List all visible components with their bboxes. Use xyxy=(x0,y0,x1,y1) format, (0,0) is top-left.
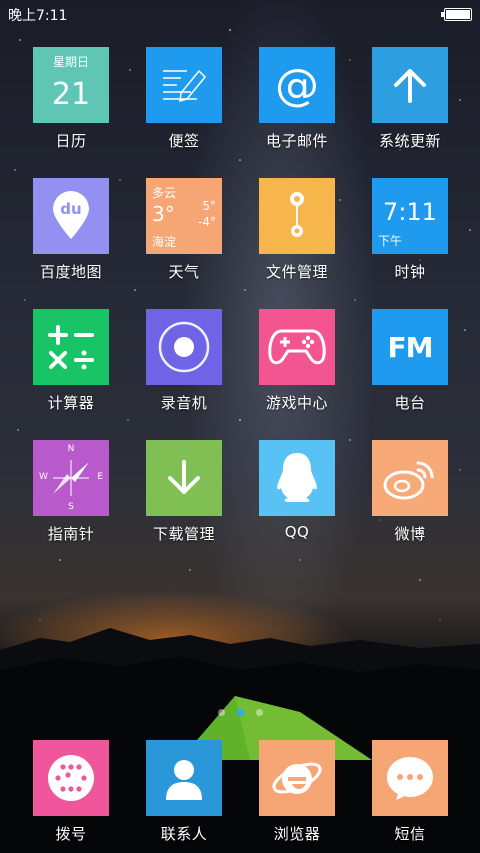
dock-browser[interactable]: 浏览器 xyxy=(247,740,347,850)
app-notes[interactable]: 便签 xyxy=(134,47,234,157)
app-file-manager[interactable]: 文件管理 xyxy=(247,178,347,288)
dock-dialer[interactable]: 拨号 xyxy=(21,740,121,850)
weather-condition: 多云 xyxy=(152,186,177,200)
page-dot[interactable] xyxy=(255,709,263,716)
dialpad-icon xyxy=(33,740,109,816)
clock-widget-icon: 7:11 下午 xyxy=(372,178,448,254)
record-icon xyxy=(146,309,222,385)
app-label: 指南针 xyxy=(47,525,95,543)
weather-widget-icon: 多云 3° 5° -4° 海淀 xyxy=(146,178,222,254)
clock-period: 下午 xyxy=(378,234,403,248)
clock-time: 7:11 xyxy=(383,198,437,226)
compass-north: N xyxy=(67,444,75,454)
arrow-up-icon xyxy=(372,47,448,123)
calendar-weekday: 星期日 xyxy=(52,55,89,69)
download-arrow-icon xyxy=(146,440,222,516)
radio-fm-icon: FM xyxy=(372,309,448,385)
app-radio[interactable]: FM 电台 xyxy=(360,309,460,419)
map-pin-icon: du xyxy=(33,178,109,254)
app-label: 拨号 xyxy=(55,825,87,843)
qq-penguin-icon xyxy=(259,440,335,516)
app-label: 录音机 xyxy=(160,394,208,412)
baidu-logo: du xyxy=(60,200,82,218)
compass-east: E xyxy=(97,472,103,482)
file-manager-icon xyxy=(259,178,335,254)
message-bubble-icon xyxy=(372,740,448,816)
app-label: 电台 xyxy=(394,394,426,412)
page-indicator[interactable] xyxy=(0,701,480,720)
app-label: 联系人 xyxy=(160,825,208,843)
app-compass[interactable]: N S E W 指南针 xyxy=(21,440,121,550)
app-qq[interactable]: QQ xyxy=(247,440,347,550)
app-label: 天气 xyxy=(168,263,200,281)
page-dot-active[interactable] xyxy=(236,709,244,716)
contact-person-icon xyxy=(146,740,222,816)
weather-high: 5° xyxy=(202,199,216,213)
dock-contacts[interactable]: 联系人 xyxy=(134,740,234,850)
app-label: 短信 xyxy=(394,825,426,843)
app-download-manager[interactable]: 下载管理 xyxy=(134,440,234,550)
dock-messages[interactable]: 短信 xyxy=(360,740,460,850)
calendar-icon: 星期日 21 xyxy=(33,47,109,123)
gamepad-icon xyxy=(259,309,335,385)
app-label: 便签 xyxy=(168,132,200,150)
app-label: 系统更新 xyxy=(378,132,441,150)
app-label: 计算器 xyxy=(47,394,95,412)
weibo-icon xyxy=(372,440,448,516)
app-label: 电子邮件 xyxy=(265,132,328,150)
app-label: 浏览器 xyxy=(273,825,321,843)
email-at-icon: @ xyxy=(259,47,335,123)
status-bar: 晚上7:11 xyxy=(0,0,480,26)
app-label: 文件管理 xyxy=(265,263,328,281)
calendar-day: 21 xyxy=(51,77,91,112)
battery-icon xyxy=(441,8,472,21)
app-label: 百度地图 xyxy=(39,263,102,281)
radio-logo: FM xyxy=(387,330,434,364)
app-label: 下载管理 xyxy=(152,525,215,543)
app-calculator[interactable]: 计算器 xyxy=(21,309,121,419)
status-time: 晚上7:11 xyxy=(8,8,68,24)
app-label: 微博 xyxy=(394,525,426,543)
app-weibo[interactable]: 微博 xyxy=(360,440,460,550)
calculator-icon xyxy=(33,309,109,385)
app-label: 时钟 xyxy=(394,263,426,281)
weather-city: 海淀 xyxy=(152,235,177,249)
app-label: 游戏中心 xyxy=(265,394,328,412)
app-calendar[interactable]: 星期日 21 日历 xyxy=(21,47,121,157)
app-weather[interactable]: 多云 3° 5° -4° 海淀 天气 xyxy=(134,178,234,288)
app-label: QQ xyxy=(284,523,310,541)
compass-west: W xyxy=(39,472,48,482)
app-baidu-map[interactable]: du 百度地图 xyxy=(21,178,121,288)
weather-temp: 3° xyxy=(152,202,175,226)
notes-pencil-icon xyxy=(146,47,222,123)
compass-south: S xyxy=(68,502,74,512)
app-game-center[interactable]: 游戏中心 xyxy=(247,309,347,419)
browser-e-icon xyxy=(259,740,335,816)
app-email[interactable]: @ 电子邮件 xyxy=(247,47,347,157)
app-recorder[interactable]: 录音机 xyxy=(134,309,234,419)
weather-low: -4° xyxy=(198,215,216,229)
page-dot[interactable] xyxy=(217,709,225,716)
app-clock[interactable]: 7:11 下午 时钟 xyxy=(360,178,460,288)
app-system-update[interactable]: 系统更新 xyxy=(360,47,460,157)
compass-icon: N S E W xyxy=(33,440,109,516)
app-label: 日历 xyxy=(55,132,87,150)
